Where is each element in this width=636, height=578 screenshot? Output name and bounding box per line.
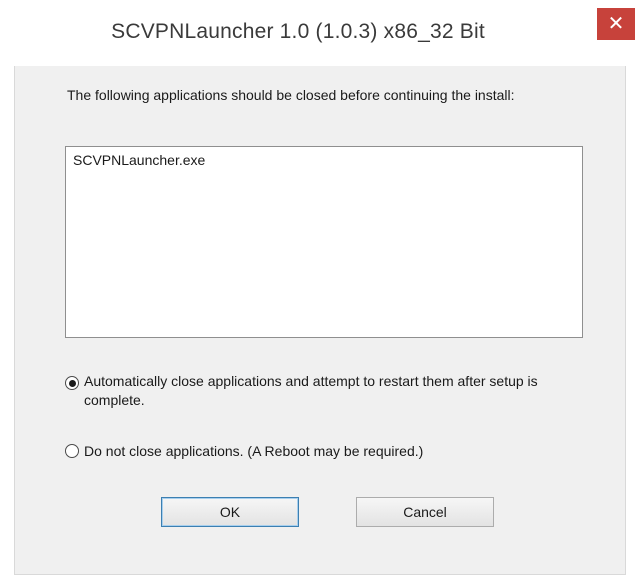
window-title: SCVPNLauncher 1.0 (1.0.3) x86_32 Bit [111, 20, 485, 43]
ok-button[interactable]: OK [161, 497, 299, 527]
do-not-close-label[interactable]: Do not close applications. (A Reboot may… [84, 442, 574, 461]
instruction-message: The following applications should be clo… [67, 87, 515, 103]
close-button[interactable]: ✕ [597, 8, 635, 40]
do-not-close-radio[interactable] [65, 444, 79, 458]
applications-list[interactable]: SCVPNLauncher.exe [65, 146, 583, 338]
auto-close-label[interactable]: Automatically close applications and att… [84, 372, 574, 410]
installer-window: SCVPNLauncher 1.0 (1.0.3) x86_32 Bit ✕ T… [0, 0, 636, 578]
auto-close-radio[interactable] [65, 376, 79, 390]
auto-close-option[interactable]: Automatically close applications and att… [65, 372, 574, 410]
do-not-close-option[interactable]: Do not close applications. (A Reboot may… [65, 442, 574, 461]
title-bar[interactable]: SCVPNLauncher 1.0 (1.0.3) x86_32 Bit ✕ [0, 0, 636, 66]
list-item[interactable]: SCVPNLauncher.exe [73, 152, 205, 168]
cancel-button[interactable]: Cancel [356, 497, 494, 527]
close-icon: ✕ [607, 13, 625, 35]
radio-selected-dot [68, 379, 76, 387]
dialog-body: The following applications should be clo… [14, 66, 626, 575]
